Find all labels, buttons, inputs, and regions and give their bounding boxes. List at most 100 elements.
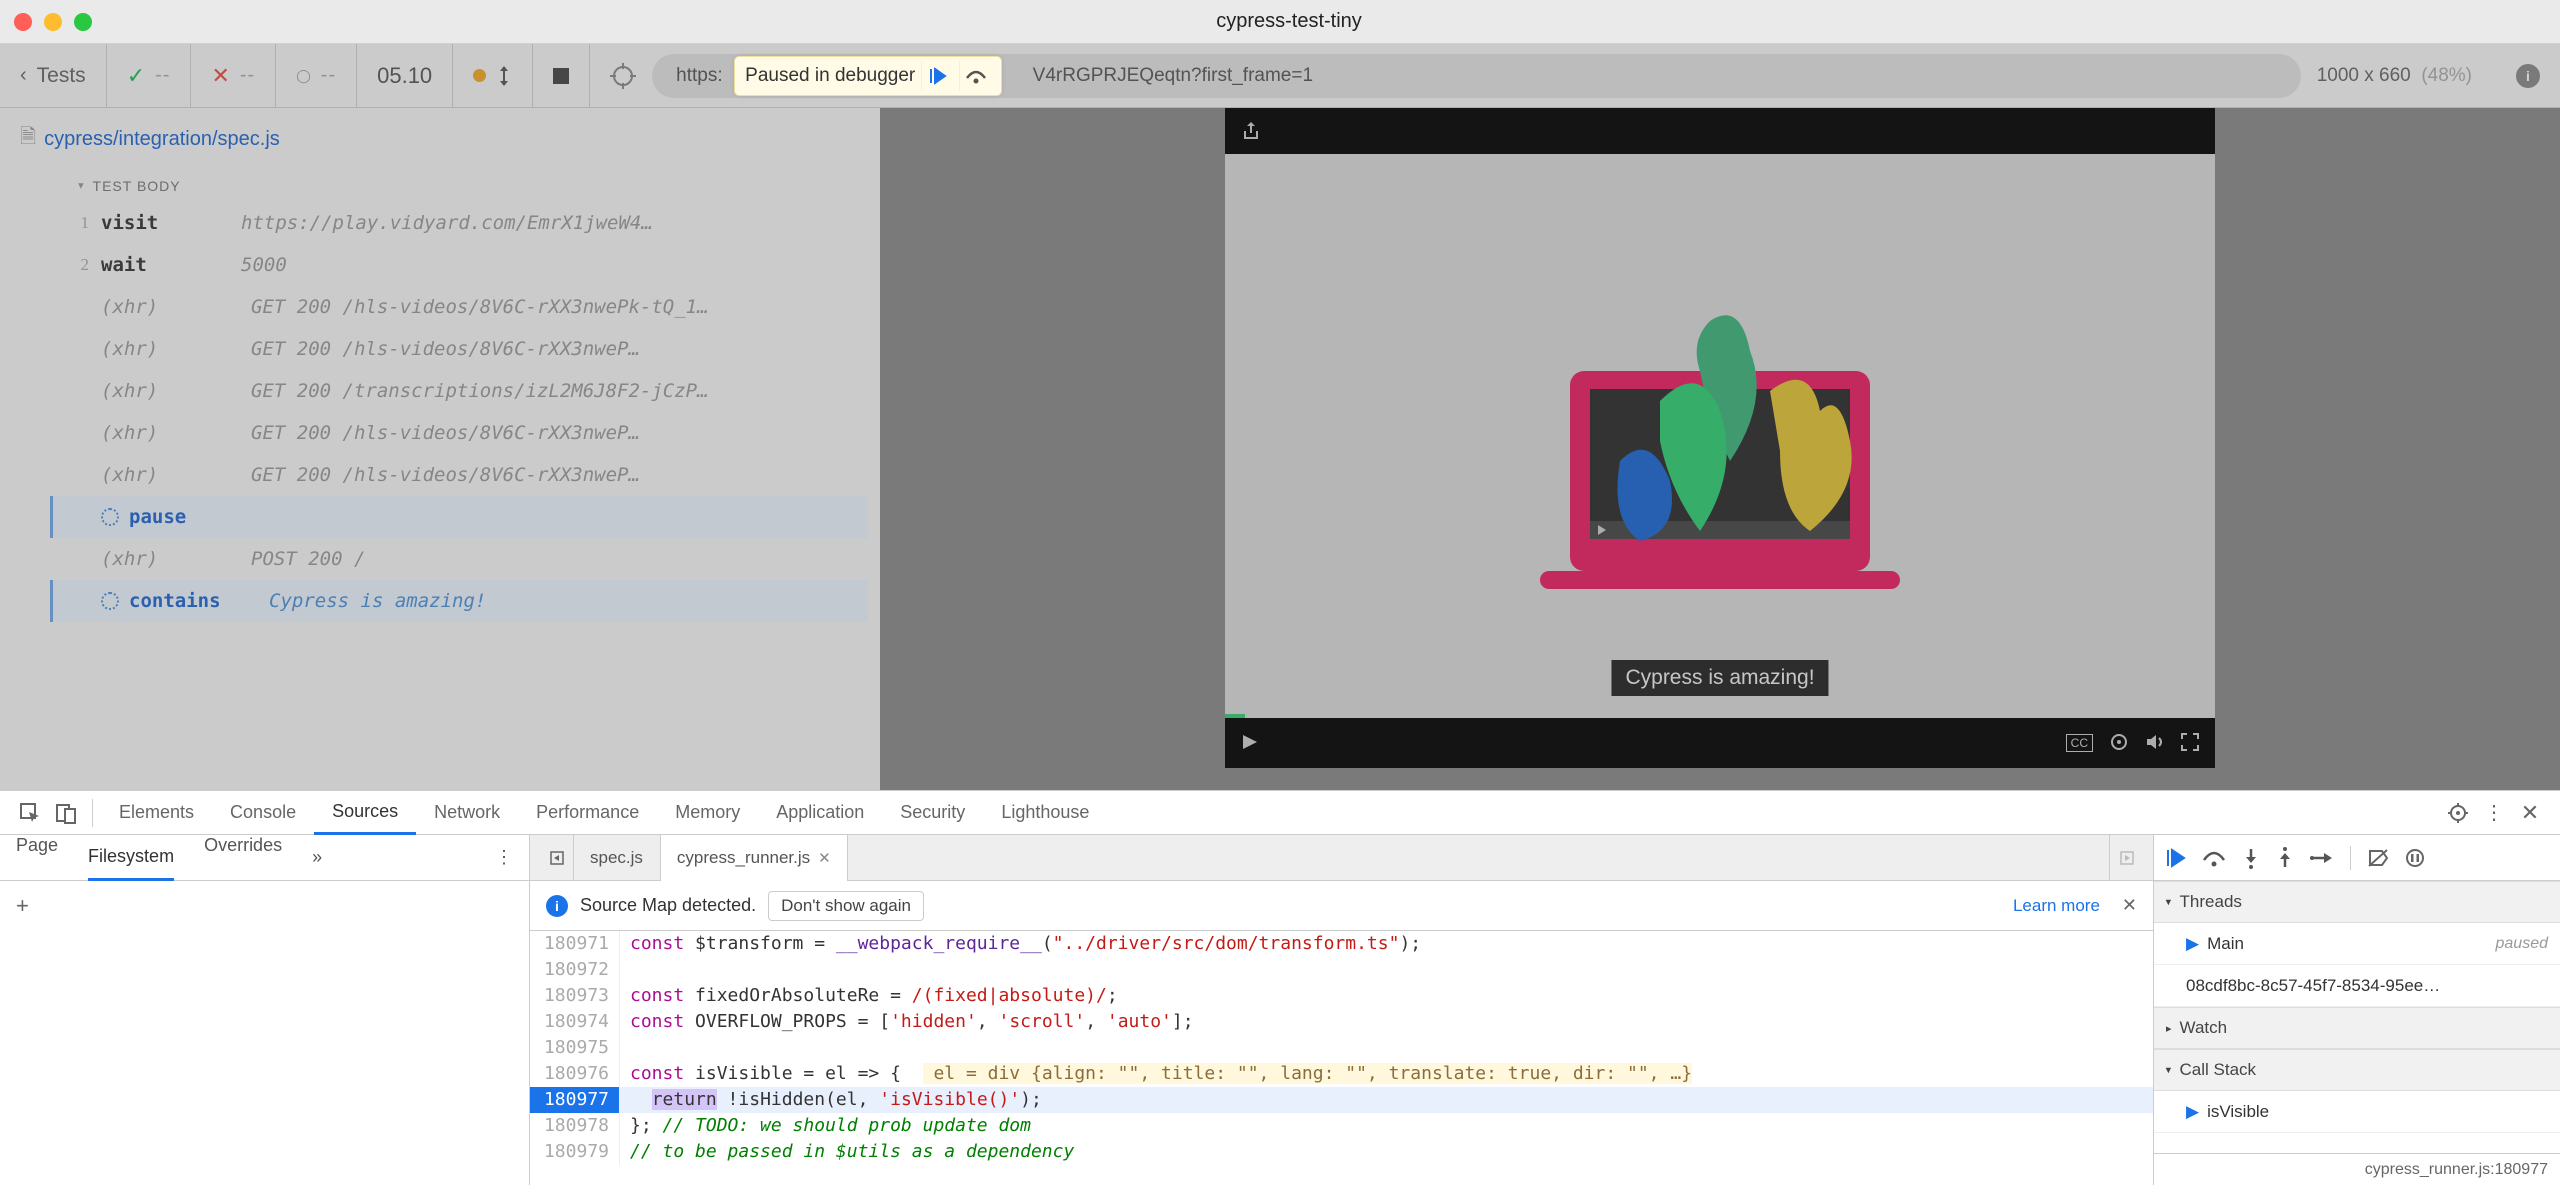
devtools-more-icon[interactable]: ⋮ bbox=[2476, 800, 2512, 825]
code-line[interactable]: 180977 return !isHidden(el, 'isVisible()… bbox=[530, 1087, 2153, 1113]
code-line[interactable]: 180975 bbox=[530, 1035, 2153, 1061]
inspect-element-icon[interactable] bbox=[12, 802, 48, 824]
command-row[interactable]: (xhr)GET 200 /hls-videos/8V6C-rXX3nweP… bbox=[50, 328, 868, 370]
command-row[interactable]: (xhr)GET 200 /transcriptions/izL2M6J8F2-… bbox=[50, 370, 868, 412]
dont-show-again-button[interactable]: Don't show again bbox=[768, 891, 924, 921]
video-subtitle: Cypress is amazing! bbox=[1611, 660, 1828, 696]
command-log-panel: 🗎 cypress/integration/spec.js TEST BODY … bbox=[0, 108, 880, 790]
code-line[interactable]: 180973const fixedOrAbsoluteRe = /(fixed|… bbox=[530, 983, 2153, 1009]
thread-item[interactable]: 08cdf8bc-8c57-45f7-8534-95ee… bbox=[2154, 965, 2560, 1007]
stop-button[interactable] bbox=[533, 44, 590, 108]
spinner-icon bbox=[101, 508, 119, 526]
current-arrow-icon: ▶ bbox=[2186, 1102, 2199, 1122]
step-over-button[interactable] bbox=[2202, 848, 2226, 868]
nav-subtab-filesystem[interactable]: Filesystem bbox=[88, 835, 174, 881]
aut-viewport[interactable]: Cypress is amazing! CC bbox=[1225, 108, 2215, 768]
navigator-more-icon[interactable]: ⋮ bbox=[495, 847, 513, 868]
navigate-file-icon[interactable] bbox=[540, 835, 574, 881]
command-row[interactable]: 2wait5000 bbox=[50, 244, 868, 286]
volume-icon[interactable] bbox=[2145, 732, 2165, 755]
file-icon: 🗎 bbox=[20, 122, 36, 156]
command-row[interactable]: (xhr)POST 200 / bbox=[50, 538, 868, 580]
run-snippet-icon[interactable] bbox=[2109, 835, 2143, 881]
close-tab-icon[interactable]: ✕ bbox=[818, 849, 831, 867]
thread-item[interactable]: ▶Mainpaused bbox=[2154, 923, 2560, 965]
paused-in-debugger-chip: Paused in debugger bbox=[734, 56, 1002, 96]
devtools-tab-memory[interactable]: Memory bbox=[657, 791, 758, 835]
cypress-toolbar: ‹Tests ✓-- ✕-- ◯-- 05.10 https: Paused i… bbox=[0, 44, 2560, 108]
code-line[interactable]: 180976const isVisible = el => { el = div… bbox=[530, 1061, 2153, 1087]
code-line[interactable]: 180971const $transform = __webpack_requi… bbox=[530, 931, 2153, 957]
test-body-header[interactable]: TEST BODY bbox=[50, 170, 868, 202]
devtools-tab-elements[interactable]: Elements bbox=[101, 791, 212, 835]
add-folder-button[interactable]: + bbox=[0, 881, 529, 931]
settings-gear-icon[interactable] bbox=[2109, 732, 2129, 755]
info-icon[interactable]: i bbox=[2516, 64, 2540, 88]
close-window-icon[interactable] bbox=[14, 13, 32, 31]
command-row[interactable]: pause bbox=[50, 496, 868, 538]
pause-on-exceptions-button[interactable] bbox=[2405, 848, 2425, 868]
devtools-tab-security[interactable]: Security bbox=[882, 791, 983, 835]
watch-section-header[interactable]: Watch bbox=[2154, 1007, 2560, 1049]
devtools-settings-icon[interactable] bbox=[2440, 802, 2476, 824]
devtools-tab-performance[interactable]: Performance bbox=[518, 791, 657, 835]
back-to-tests-button[interactable]: ‹Tests bbox=[0, 44, 107, 108]
viewport-dimensions: 1000 x 660 (48%) bbox=[2317, 65, 2492, 87]
devtools-tabs: ElementsConsoleSourcesNetworkPerformance… bbox=[0, 791, 2560, 835]
play-icon[interactable] bbox=[1241, 733, 1259, 754]
step-button[interactable] bbox=[2310, 849, 2334, 867]
fullscreen-icon[interactable] bbox=[2181, 733, 2199, 754]
pending-count: ◯-- bbox=[276, 44, 357, 108]
window-titlebar: cypress-test-tiny bbox=[0, 0, 2560, 44]
failed-count: ✕-- bbox=[191, 44, 276, 108]
more-subtabs-icon[interactable]: » bbox=[312, 847, 322, 868]
command-row[interactable]: (xhr)GET 200 /hls-videos/8V6C-rXX3nweP… bbox=[50, 412, 868, 454]
window-title: cypress-test-tiny bbox=[92, 10, 2486, 33]
step-into-button[interactable] bbox=[2242, 847, 2260, 869]
share-icon[interactable] bbox=[1239, 119, 1263, 143]
selector-playground-icon[interactable] bbox=[610, 63, 636, 89]
code-line[interactable]: 180979// to be passed in $utils as a dep… bbox=[530, 1139, 2153, 1165]
spec-file-link[interactable]: 🗎 cypress/integration/spec.js bbox=[0, 108, 880, 170]
deactivate-breakpoints-button[interactable] bbox=[2367, 848, 2389, 868]
devtools-tab-sources[interactable]: Sources bbox=[314, 791, 416, 835]
callstack-section-header[interactable]: Call Stack bbox=[2154, 1049, 2560, 1091]
code-tab[interactable]: cypress_runner.js✕ bbox=[660, 835, 848, 881]
info-icon: i bbox=[546, 895, 568, 917]
command-row[interactable]: (xhr)GET 200 /hls-videos/8V6C-rXX3nweP… bbox=[50, 454, 868, 496]
devtools-tab-network[interactable]: Network bbox=[416, 791, 518, 835]
debugger-sidebar: Threads ▶Mainpaused08cdf8bc-8c57-45f7-85… bbox=[2154, 835, 2560, 1185]
code-line[interactable]: 180972 bbox=[530, 957, 2153, 983]
nav-subtab-page[interactable]: Page bbox=[16, 835, 58, 881]
devtools-tab-lighthouse[interactable]: Lighthouse bbox=[983, 791, 1107, 835]
nav-subtab-overrides[interactable]: Overrides bbox=[204, 835, 282, 881]
command-row[interactable]: 1visithttps://play.vidyard.com/EmrX1jweW… bbox=[50, 202, 868, 244]
status-footer: cypress_runner.js:180977 bbox=[2154, 1153, 2560, 1185]
devtools-tab-application[interactable]: Application bbox=[758, 791, 882, 835]
code-line[interactable]: 180978}; // TODO: we should prob update … bbox=[530, 1113, 2153, 1139]
minimize-window-icon[interactable] bbox=[44, 13, 62, 31]
maximize-window-icon[interactable] bbox=[74, 13, 92, 31]
resize-icon[interactable] bbox=[496, 65, 512, 87]
step-out-button[interactable] bbox=[2276, 847, 2294, 869]
source-editor: spec.jscypress_runner.js✕ i Source Map d… bbox=[530, 835, 2154, 1185]
debugger-resume-icon[interactable] bbox=[921, 61, 953, 91]
device-toolbar-icon[interactable] bbox=[48, 802, 84, 824]
passed-count: ✓-- bbox=[107, 44, 192, 108]
debugger-step-icon[interactable] bbox=[959, 61, 991, 91]
callstack-frame[interactable]: ▶isVisible bbox=[2154, 1091, 2560, 1133]
learn-more-link[interactable]: Learn more bbox=[2013, 896, 2100, 916]
devtools-close-icon[interactable]: ✕ bbox=[2512, 800, 2548, 826]
code-tab[interactable]: spec.js bbox=[574, 835, 660, 881]
dismiss-banner-icon[interactable]: ✕ bbox=[2122, 895, 2137, 916]
command-row[interactable]: (xhr)GET 200 /hls-videos/8V6C-rXX3nwePk-… bbox=[50, 286, 868, 328]
video-thumbnail bbox=[1510, 281, 1930, 591]
code-line[interactable]: 180974const OVERFLOW_PROPS = ['hidden', … bbox=[530, 1009, 2153, 1035]
devtools-tab-console[interactable]: Console bbox=[212, 791, 314, 835]
threads-section-header[interactable]: Threads bbox=[2154, 881, 2560, 923]
resume-button[interactable] bbox=[2164, 847, 2186, 869]
progress-bar[interactable] bbox=[1225, 714, 1245, 718]
code-lines[interactable]: 180971const $transform = __webpack_requi… bbox=[530, 931, 2153, 1185]
command-row[interactable]: containsCypress is amazing! bbox=[50, 580, 868, 622]
cc-icon[interactable]: CC bbox=[2066, 734, 2093, 752]
